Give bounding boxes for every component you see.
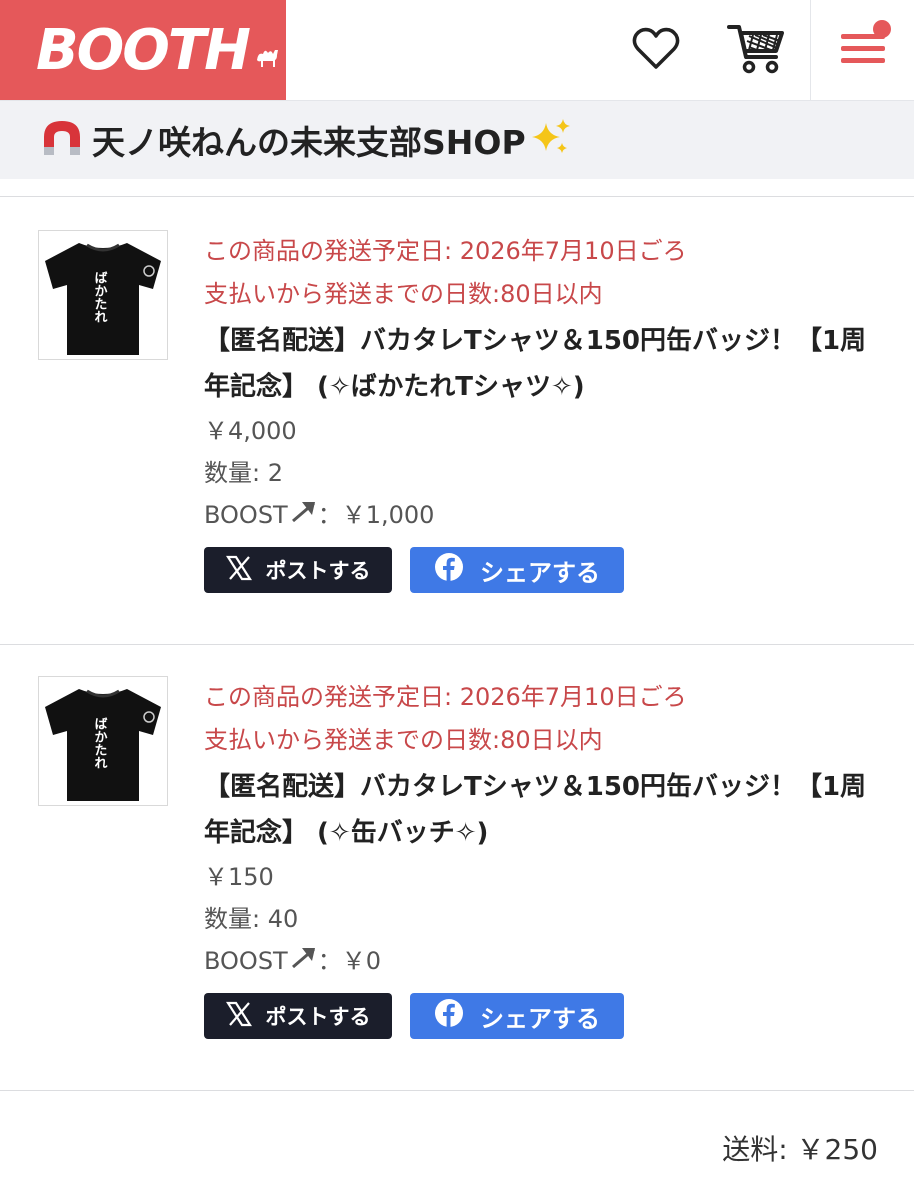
price: ￥4,000	[204, 417, 297, 445]
boost-row: BOOST ：￥1,000	[204, 494, 884, 537]
heart-icon	[632, 26, 680, 74]
ship-date: この商品の発送予定日: 2026年7月10日ごろ	[204, 683, 687, 711]
x-post-button[interactable]: ポストする	[204, 993, 392, 1039]
camel-icon	[255, 46, 281, 72]
boost-label: BOOST	[204, 947, 288, 975]
x-post-label: ポストする	[265, 1005, 371, 1029]
facebook-logo-icon	[434, 552, 480, 588]
notification-dot	[873, 20, 891, 38]
arrow-up-right-icon	[290, 941, 318, 983]
facebook-share-label: シェアする	[480, 1004, 600, 1033]
favorites-button[interactable]	[624, 18, 688, 82]
price: ￥150	[204, 863, 274, 891]
quantity: 数量: 2	[204, 459, 283, 487]
boost-value: ：￥0	[317, 947, 381, 975]
ship-days: 支払いから発送までの日数:80日以内	[204, 280, 603, 308]
facebook-share-button[interactable]: シェアする	[410, 993, 624, 1039]
cart-button[interactable]	[724, 18, 788, 82]
logo-text: BOOTH	[36, 17, 251, 83]
product-thumbnail[interactable]: ばかたれ	[38, 230, 168, 360]
quantity: 数量: 40	[204, 905, 299, 933]
boost-row: BOOST ：￥0	[204, 940, 884, 983]
divider	[0, 1090, 914, 1091]
order-item: ばかたれ この商品の発送予定日: 2026年7月10日ごろ 支払いから発送までの…	[0, 646, 914, 1092]
header: BOOTH	[0, 0, 914, 101]
product-title[interactable]: 【匿名配送】バカタレTシャツ＆150円缶バッジ！【1周年記念】 (✧缶バッチ✧)	[204, 764, 884, 856]
shirt-print: ばかたれ	[92, 717, 108, 769]
x-logo-icon	[225, 555, 266, 586]
facebook-share-button[interactable]: シェアする	[410, 547, 624, 593]
order-item: ばかたれ この商品の発送予定日: 2026年7月10日ごろ 支払いから発送までの…	[0, 200, 914, 646]
product-thumbnail[interactable]: ばかたれ	[38, 676, 168, 806]
arrow-up-right-icon	[290, 495, 318, 537]
magnet-icon	[40, 117, 84, 163]
ship-days: 支払いから発送までの日数:80日以内	[204, 726, 603, 754]
booth-logo[interactable]: BOOTH	[0, 0, 286, 100]
sparkles-icon	[530, 117, 572, 163]
ship-date: この商品の発送予定日: 2026年7月10日ごろ	[204, 237, 687, 265]
x-post-button[interactable]: ポストする	[204, 547, 392, 593]
cart-icon	[727, 21, 785, 79]
product-title[interactable]: 【匿名配送】バカタレTシャツ＆150円缶バッジ！【1周年記念】 (✧ばかたれTシ…	[204, 318, 884, 410]
share-row: ポストする シェアする	[204, 547, 624, 595]
boost-value: ：￥1,000	[317, 501, 435, 529]
facebook-share-label: シェアする	[480, 558, 600, 587]
facebook-logo-icon	[434, 998, 480, 1034]
x-logo-icon	[225, 1001, 266, 1032]
menu-button[interactable]	[810, 0, 914, 100]
shipping-fee: 送料: ￥250	[722, 1133, 878, 1166]
divider	[0, 196, 914, 197]
shop-bar[interactable]: 天ノ咲ねんの未来支部SHOP	[0, 101, 914, 179]
divider	[0, 644, 914, 645]
share-row: ポストする シェアする	[204, 993, 624, 1041]
boost-label: BOOST	[204, 501, 288, 529]
shirt-print: ばかたれ	[92, 271, 108, 323]
shop-name: 天ノ咲ねんの未来支部SHOP	[92, 123, 526, 162]
x-post-label: ポストする	[265, 559, 371, 583]
